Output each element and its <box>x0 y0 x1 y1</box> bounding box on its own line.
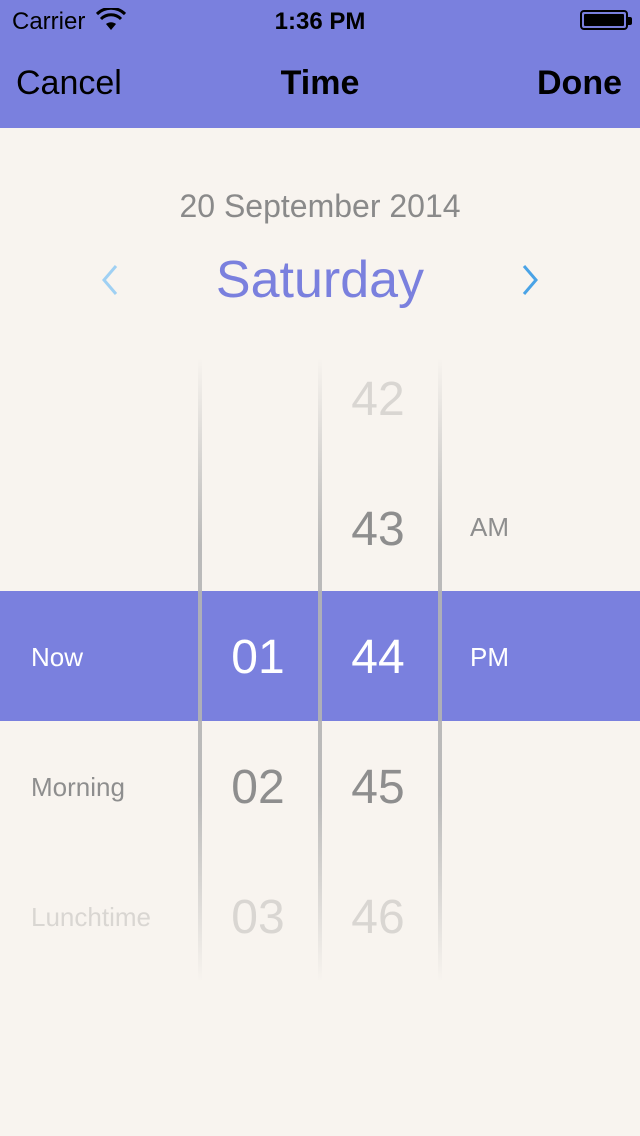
label-option-morning[interactable]: Morning <box>31 772 125 803</box>
am-option[interactable]: AM <box>470 512 509 543</box>
pm-option[interactable]: PM <box>470 642 509 673</box>
minute-option[interactable]: 42 <box>320 372 436 427</box>
minute-option[interactable]: 45 <box>320 760 436 815</box>
label-option-lunchtime[interactable]: Lunchtime <box>31 902 151 933</box>
column-divider <box>438 358 442 982</box>
minute-option[interactable]: 46 <box>320 890 436 945</box>
date-label: 20 September 2014 <box>179 188 461 224</box>
minute-option[interactable]: 43 <box>320 502 436 557</box>
status-time: 1:36 PM <box>274 8 366 35</box>
hour-option[interactable]: 01 <box>200 630 316 685</box>
hour-option[interactable]: 03 <box>200 890 316 945</box>
done-button[interactable]: Done <box>537 64 622 103</box>
navigation-bar: Cancel Time Done <box>0 40 640 128</box>
day-label: Saturday <box>215 251 425 309</box>
next-day-chevron-icon[interactable] <box>518 262 542 298</box>
hour-option[interactable]: 02 <box>200 760 316 815</box>
battery-icon <box>580 10 632 30</box>
time-picker[interactable]: Now Morning Lunchtime 01 02 03 42 43 44 … <box>0 330 640 982</box>
status-bar: Carrier 1:36 PM <box>0 0 640 40</box>
label-option-now[interactable]: Now <box>31 642 83 673</box>
minute-option[interactable]: 44 <box>320 630 436 685</box>
